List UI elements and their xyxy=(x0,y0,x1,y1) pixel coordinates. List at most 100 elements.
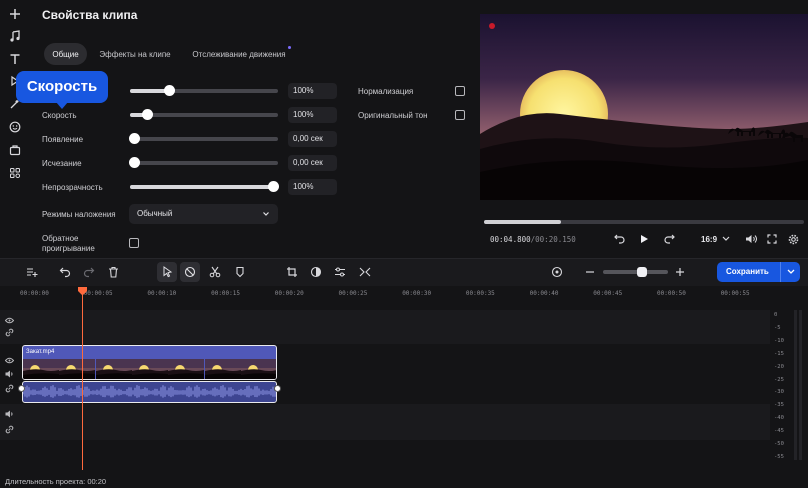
aspect-ratio[interactable]: 16:9 xyxy=(701,235,717,244)
clip-thumbnail xyxy=(95,359,132,379)
blend-mode-value: Обычный xyxy=(137,209,173,218)
add-track-icon[interactable] xyxy=(22,262,42,282)
tooltip-text: Скорость xyxy=(26,78,98,95)
fade-out-label: Исчезание xyxy=(42,159,82,168)
aspect-chevron-icon[interactable] xyxy=(722,236,730,242)
original-tone-label: Оригинальный тон xyxy=(358,111,428,120)
color-icon[interactable] xyxy=(306,262,326,282)
marker-icon[interactable] xyxy=(230,262,250,282)
track2-eye-icon[interactable] xyxy=(4,355,14,365)
tooltip-arrow xyxy=(56,102,68,109)
snap-icon[interactable] xyxy=(547,262,567,282)
fade-in-slider[interactable] xyxy=(129,133,278,144)
meter-scale-label: -35 xyxy=(774,402,784,409)
meter-scale-label: -15 xyxy=(774,350,784,357)
panel-title: Свойства клипа xyxy=(42,8,138,22)
undo-icon[interactable] xyxy=(55,262,75,282)
normalize-checkbox[interactable] xyxy=(455,86,465,96)
tab-motion-tracking[interactable]: Отслеживание движения xyxy=(182,43,296,65)
playhead[interactable] xyxy=(82,288,83,470)
track2-volume-icon[interactable] xyxy=(4,369,14,379)
crop-icon[interactable] xyxy=(282,262,302,282)
zoom-slider[interactable] xyxy=(603,267,668,277)
meter-scale-label: 0 xyxy=(774,312,778,318)
apps-icon[interactable] xyxy=(7,165,23,181)
clip-trim-handle-right[interactable] xyxy=(274,385,281,392)
music-icon[interactable] xyxy=(7,28,23,44)
volume-slider[interactable] xyxy=(130,85,278,96)
zoom-out-icon[interactable] xyxy=(580,262,600,282)
volume-value[interactable]: 100% xyxy=(288,83,337,99)
volume-icon[interactable] xyxy=(745,234,757,244)
settings-gear-icon[interactable] xyxy=(788,234,799,245)
track3-volume-icon[interactable] xyxy=(4,409,14,419)
meter-scale-label: -50 xyxy=(774,441,784,447)
ruler-tick-label: 00:00:45 xyxy=(593,290,623,297)
new-badge-dot xyxy=(288,46,291,49)
track3-link-icon[interactable] xyxy=(4,424,14,434)
preview-progress-bar[interactable] xyxy=(484,220,804,224)
video-clip[interactable]: Закат.mp4 xyxy=(22,345,277,380)
fade-out-value[interactable]: 0,00 сек xyxy=(288,155,337,171)
sticker-icon[interactable] xyxy=(7,119,23,135)
select-tool-icon[interactable] xyxy=(157,262,177,282)
adjust-icon[interactable] xyxy=(330,262,350,282)
reverse-label-2: проигрывание xyxy=(42,244,95,253)
meter-scale-label: -40 xyxy=(774,415,784,422)
save-button[interactable]: Сохранить xyxy=(717,262,800,282)
save-dropdown-icon[interactable] xyxy=(780,262,800,282)
track2-link-icon[interactable] xyxy=(4,383,14,393)
speed-label: Скорость xyxy=(42,111,77,120)
meter-scale-label: -20 xyxy=(774,363,784,370)
plus-icon[interactable] xyxy=(7,6,23,22)
fade-out-slider[interactable] xyxy=(129,157,278,168)
meter-bar-left xyxy=(794,310,797,460)
reverse-checkbox[interactable] xyxy=(129,238,139,248)
opacity-value[interactable]: 100% xyxy=(288,179,337,195)
play-icon[interactable] xyxy=(640,234,649,244)
clip-thumbnail xyxy=(240,359,276,379)
fade-in-value[interactable]: 0,00 сек xyxy=(288,131,337,147)
original-tone-checkbox[interactable] xyxy=(455,110,465,120)
video-preview[interactable] xyxy=(480,14,808,200)
media-icon[interactable] xyxy=(7,142,23,158)
meter-scale-label: -55 xyxy=(774,453,784,460)
fullscreen-icon[interactable] xyxy=(767,234,777,244)
tab-general[interactable]: Общие xyxy=(44,43,87,65)
speed-slider[interactable] xyxy=(130,109,278,120)
clip-thumbnail xyxy=(23,359,59,379)
clip-trim-handle-left[interactable] xyxy=(18,385,25,392)
transition-tool-icon[interactable] xyxy=(355,262,375,282)
meter-scale-label: -30 xyxy=(774,389,784,396)
meter-scale-label: -45 xyxy=(774,428,784,435)
meter-scale-label: -25 xyxy=(774,376,784,383)
timeline-ruler[interactable] xyxy=(0,286,770,300)
track1-eye-icon[interactable] xyxy=(4,315,14,325)
zoom-in-icon[interactable] xyxy=(670,262,690,282)
undo-frame-icon[interactable] xyxy=(614,233,625,244)
ripple-tool-icon[interactable] xyxy=(180,262,200,282)
zoom-knob[interactable] xyxy=(637,267,647,277)
opacity-slider[interactable] xyxy=(130,181,279,192)
clip-thumbnail xyxy=(59,359,96,379)
audio-clip[interactable] xyxy=(22,381,277,403)
meter-scale-label: -10 xyxy=(774,337,784,344)
track1-link-icon[interactable] xyxy=(4,327,14,337)
delete-icon[interactable] xyxy=(103,262,123,282)
redo-icon[interactable] xyxy=(79,262,99,282)
current-time: 00:04.800 xyxy=(490,235,531,244)
text-icon[interactable] xyxy=(7,51,23,67)
speed-value[interactable]: 100% xyxy=(288,107,337,123)
meter-bar-right xyxy=(799,310,802,460)
ruler-tick-label: 00:00:40 xyxy=(529,290,559,297)
playhead-handle[interactable] xyxy=(78,287,87,296)
ruler-tick-label: 00:00:35 xyxy=(465,290,495,297)
scissors-icon[interactable] xyxy=(205,262,225,282)
speed-tooltip: Скорость xyxy=(16,71,108,103)
ruler-tick-label: 00:00:50 xyxy=(657,290,686,297)
blend-mode-select[interactable]: Обычный xyxy=(129,204,278,224)
redo-frame-icon[interactable] xyxy=(664,233,675,244)
left-toolbar xyxy=(0,0,30,252)
ruler-tick-label: 00:00:20 xyxy=(274,290,304,297)
tab-clip-effects[interactable]: Эффекты на клипе xyxy=(92,43,178,65)
